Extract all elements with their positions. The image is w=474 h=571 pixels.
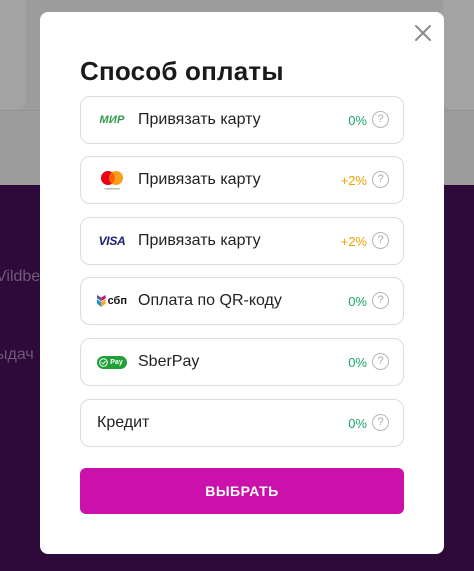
option-label: SberPay xyxy=(138,353,200,370)
option-label: Привязать карту xyxy=(138,171,261,188)
help-icon[interactable]: ? xyxy=(372,171,389,188)
svg-text:mastercard: mastercard xyxy=(104,187,119,191)
option-fee: 0% xyxy=(348,113,367,128)
sbp-logo-icon: сбп xyxy=(97,290,127,312)
mastercard-logo-icon: mastercard xyxy=(97,169,127,191)
option-fee: 0% xyxy=(348,294,367,309)
payment-option-mir[interactable]: МИР Привязать карту 0% ? xyxy=(80,96,404,144)
option-label: Кредит xyxy=(97,414,150,431)
help-icon[interactable]: ? xyxy=(372,111,389,128)
option-label: Привязать карту xyxy=(138,232,261,249)
close-icon[interactable] xyxy=(412,22,434,44)
select-button[interactable]: ВЫБРАТЬ xyxy=(80,468,404,514)
visa-logo-icon: VISA xyxy=(98,234,126,248)
sberpay-logo-icon: Pay xyxy=(97,351,127,373)
payment-option-mastercard[interactable]: mastercard Привязать карту +2% ? xyxy=(80,156,404,204)
payment-option-sberpay[interactable]: Pay SberPay 0% ? xyxy=(80,338,404,386)
mir-logo-icon: МИР xyxy=(99,114,125,126)
help-icon[interactable]: ? xyxy=(372,414,389,431)
background-text-1: Vildbe xyxy=(0,268,41,285)
payment-option-sbp[interactable]: сбп Оплата по QR-коду 0% ? xyxy=(80,277,404,325)
option-fee: 0% xyxy=(348,416,367,431)
help-icon[interactable]: ? xyxy=(372,353,389,370)
payment-method-modal: Способ оплаты МИР Привязать карту 0% ? m… xyxy=(40,12,444,554)
help-icon[interactable]: ? xyxy=(372,292,389,309)
background-text-2: ыдач xyxy=(0,346,34,363)
option-fee: +2% xyxy=(340,173,367,188)
background-card-right xyxy=(443,0,474,110)
option-label: Привязать карту xyxy=(138,111,261,128)
background-card-left xyxy=(0,0,26,110)
payment-option-credit[interactable]: Кредит 0% ? xyxy=(80,399,404,447)
payment-option-visa[interactable]: VISA Привязать карту +2% ? xyxy=(80,217,404,265)
modal-title: Способ оплаты xyxy=(80,56,284,86)
option-label: Оплата по QR-коду xyxy=(138,292,282,309)
option-fee: 0% xyxy=(348,355,367,370)
option-fee: +2% xyxy=(340,234,367,249)
help-icon[interactable]: ? xyxy=(372,232,389,249)
